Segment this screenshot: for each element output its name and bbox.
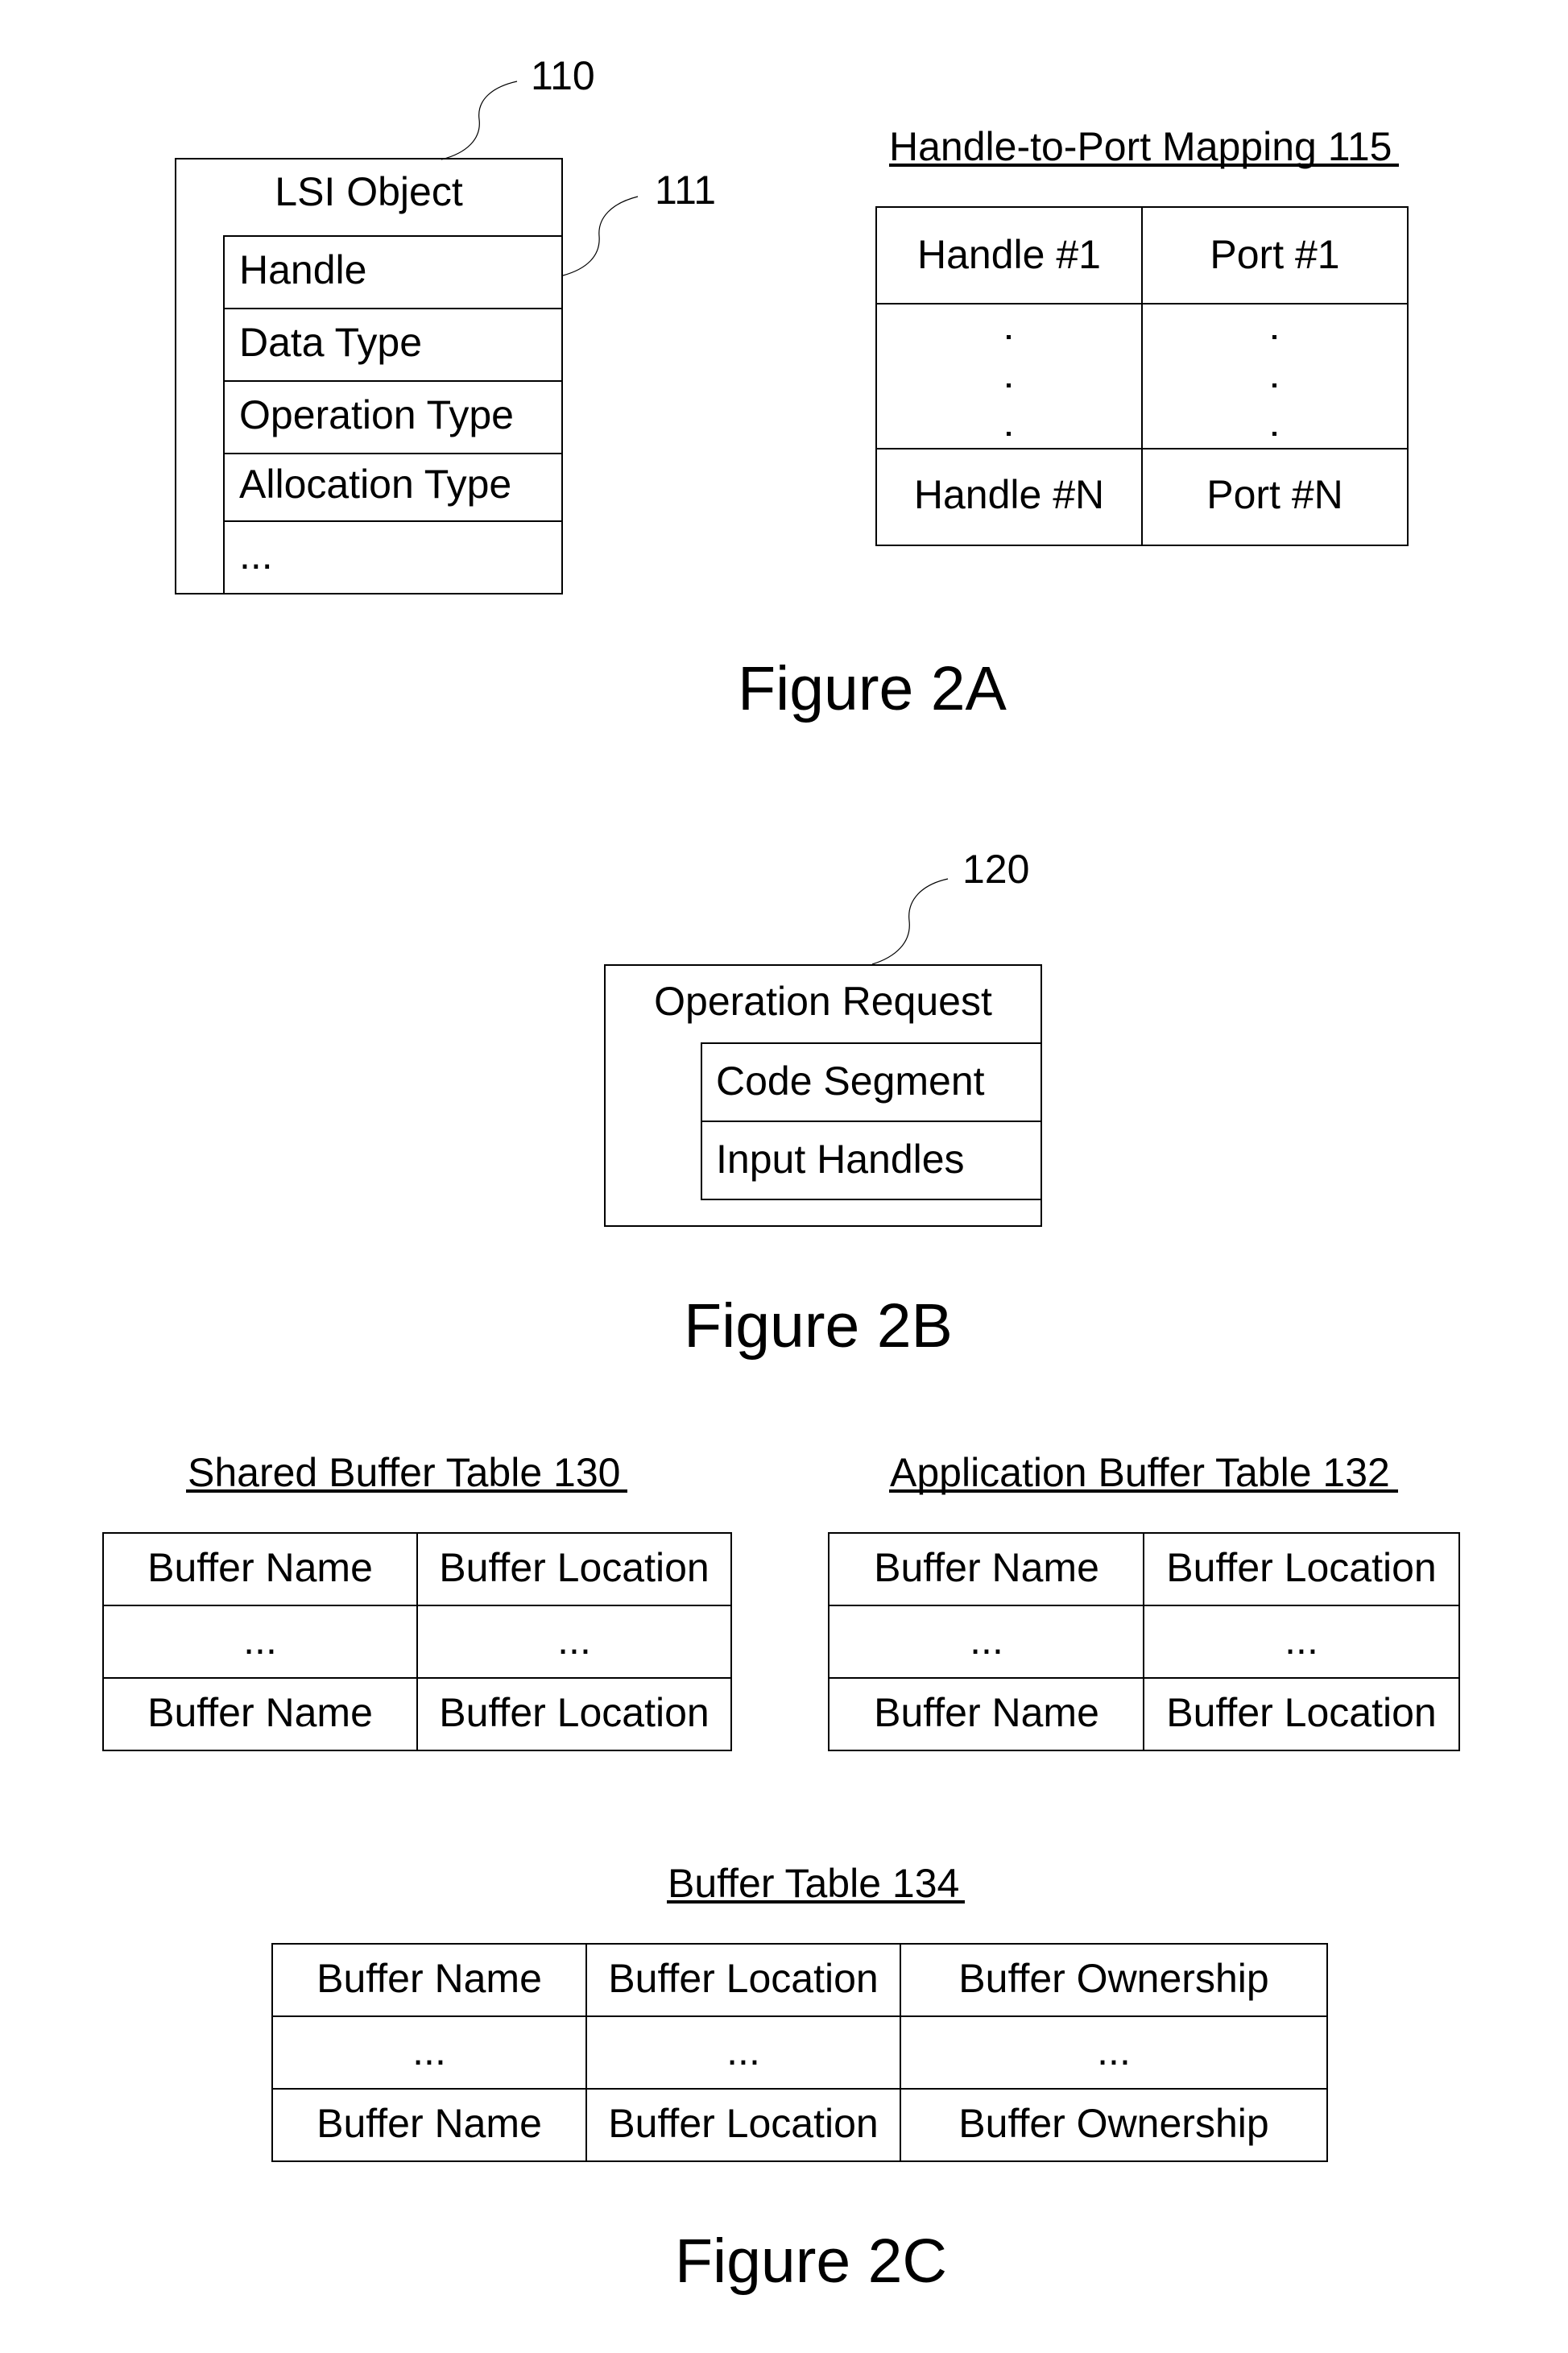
shared-buffer-table: Shared Buffer Table 130 Buffer Name Buff… (102, 1450, 732, 1751)
ellipsis-dot (1272, 335, 1276, 339)
field-operation-type: Operation Type (239, 392, 514, 437)
cell: Buffer Location (439, 1545, 709, 1590)
cell: Buffer Location (1166, 1690, 1436, 1735)
leader-line-120 (871, 878, 949, 965)
cell: Buffer Name (874, 1690, 1099, 1735)
cell: ... (243, 1618, 277, 1663)
lsi-object-title: LSI Object (275, 169, 463, 214)
cell: Buffer Location (1166, 1545, 1436, 1590)
cell: Buffer Name (147, 1545, 373, 1590)
vertical-ellipsis-handles (1007, 335, 1011, 436)
cell: ... (557, 1618, 591, 1663)
cell: ... (726, 2028, 760, 2073)
cell: Buffer Name (874, 1545, 1099, 1590)
application-buffer-table: Application Buffer Table 132 Buffer Name… (828, 1450, 1460, 1751)
ellipsis-dot (1272, 383, 1276, 387)
lsi-object: 110 LSI Object 111 Handle Data Type Oper… (175, 53, 716, 594)
ref-label-111: 111 (655, 168, 716, 213)
lsi-object-box (175, 158, 563, 594)
cell: Buffer Name (147, 1690, 373, 1735)
cell: Buffer Name (316, 1956, 542, 2001)
buffer-table: Buffer Table 134 Buffer Name Buffer Loca… (271, 1861, 1328, 2162)
field-data-type: Data Type (239, 320, 422, 365)
leader-line-111 (562, 196, 639, 276)
field-handle: Handle (239, 247, 366, 292)
handle-to-port-mapping: Handle-to-Port Mapping 115 Handle #1 Por… (875, 124, 1409, 546)
figure-2b: 120 Operation Request Code Segment Input… (604, 847, 1042, 1361)
operation-request-title: Operation Request (654, 979, 992, 1024)
leader-line-110 (441, 81, 518, 160)
field-allocation-type: Allocation Type (239, 462, 511, 507)
figure-2c-caption: Figure 2C (675, 2227, 947, 2296)
application-buffer-table-title: Application Buffer Table 132 (890, 1450, 1390, 1495)
cell: Buffer Location (608, 1956, 878, 2001)
cell: ... (412, 2028, 446, 2073)
ellipsis-dot (1007, 432, 1011, 436)
cell: Buffer Location (608, 2101, 878, 2146)
figure-2c: Shared Buffer Table 130 Buffer Name Buff… (102, 1450, 1460, 2296)
ellipsis-dot (1272, 432, 1276, 436)
cell: Buffer Ownership (958, 1956, 1268, 2001)
cell-handle-1: Handle #1 (917, 232, 1101, 277)
field-ellipsis: ... (239, 532, 273, 578)
ellipsis-dot (1007, 383, 1011, 387)
mapping-title: Handle-to-Port Mapping 115 (889, 124, 1392, 169)
figure-2b-caption: Figure 2B (684, 1291, 953, 1361)
cell: Buffer Name (316, 2101, 542, 2146)
vertical-ellipsis-ports (1272, 335, 1276, 436)
cell: Buffer Ownership (958, 2101, 1268, 2146)
lsi-object-fields: Handle Data Type Operation Type Allocati… (223, 235, 563, 594)
cell-port-n: Port #N (1206, 472, 1343, 517)
cell-port-1: Port #1 (1210, 232, 1339, 277)
cell: ... (1097, 2028, 1131, 2073)
figure-2a-caption: Figure 2A (738, 654, 1007, 723)
buffer-table-title: Buffer Table 134 (668, 1861, 959, 1906)
ref-label-120: 120 (962, 847, 1029, 892)
cell: Buffer Location (439, 1690, 709, 1735)
figure-2a: 110 LSI Object 111 Handle Data Type Oper… (175, 53, 1409, 723)
cell: ... (970, 1618, 1003, 1663)
shared-buffer-table-title: Shared Buffer Table 130 (188, 1450, 620, 1495)
field-code-segment: Code Segment (716, 1058, 985, 1104)
ellipsis-dot (1007, 335, 1011, 339)
cell-handle-n: Handle #N (914, 472, 1104, 517)
field-input-handles: Input Handles (716, 1137, 965, 1182)
patent-figure-sheet: 110 LSI Object 111 Handle Data Type Oper… (102, 53, 1460, 2296)
ref-label-110: 110 (531, 53, 595, 98)
cell: ... (1285, 1618, 1318, 1663)
